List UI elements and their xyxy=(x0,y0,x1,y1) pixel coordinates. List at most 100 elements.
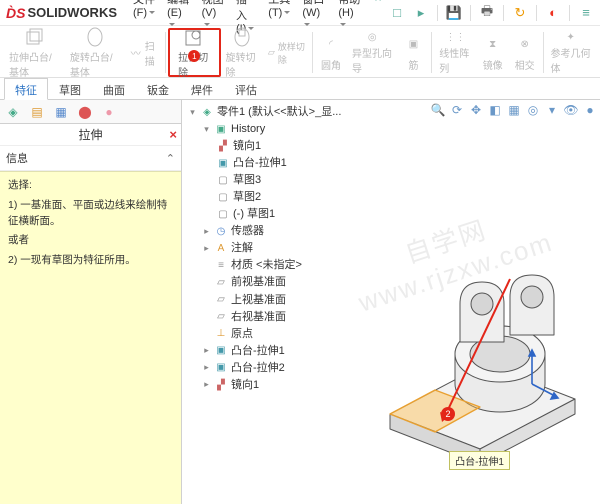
tree-item[interactable]: ▢草图3 xyxy=(188,172,341,189)
tab-sheetmetal[interactable]: 钣金 xyxy=(136,78,180,99)
tab-features[interactable]: 特征 xyxy=(4,78,48,100)
pm-info-header[interactable]: 信息 ⌃ xyxy=(0,146,181,171)
workspace: ◈ ▤ ▦ ⬤ ● 拉伸 × 信息 ⌃ 选择: 1) 一基准面、平面或边线来绘制… xyxy=(0,100,600,504)
app-name: SOLIDWORKS xyxy=(27,5,117,20)
linear-pattern-button[interactable]: ⋮⋮线性阵列 xyxy=(434,28,476,77)
tree-root[interactable]: ▾◈零件1 (默认<<默认>_显... xyxy=(188,104,341,121)
extrude-icon: ▣ xyxy=(214,362,228,374)
scene-icon[interactable]: ◎ xyxy=(525,102,541,118)
sketch-icon: ▢ xyxy=(216,175,230,187)
section-icon[interactable]: ◧ xyxy=(487,102,503,118)
hide-icon[interactable]: 👁 xyxy=(563,102,579,118)
pm-info-label: 信息 xyxy=(6,150,28,166)
tab-evaluate[interactable]: 评估 xyxy=(224,78,268,99)
fillet-button[interactable]: ◜圆角 xyxy=(315,28,347,77)
display-icon[interactable]: ▦ xyxy=(506,102,522,118)
view-icon[interactable]: ▾ xyxy=(544,102,560,118)
expand-icon[interactable]: ▸ xyxy=(202,344,211,358)
sketch-icon: ▢ xyxy=(216,192,230,204)
tree-material[interactable]: ≡材质 <未指定> xyxy=(188,257,341,274)
tab-surfaces[interactable]: 曲面 xyxy=(92,78,136,99)
intersect-icon: ⊗ xyxy=(514,34,536,56)
pm-help-line: 2) 一现有草图为特征所用。 xyxy=(8,253,173,269)
tree-feature[interactable]: ▸▞镜向1 xyxy=(188,377,341,394)
separator xyxy=(503,5,504,21)
expand-icon[interactable]: ▸ xyxy=(202,378,211,392)
extrude-cut-button[interactable]: 拉伸切除 1 xyxy=(168,28,220,77)
mirror-icon: ▞ xyxy=(214,379,228,391)
flyout-feature-tree: ▾◈零件1 (默认<<默认>_显... ▾▣History ▞镜向1 ▣凸台-拉… xyxy=(188,104,341,394)
pm-tab-strip: ◈ ▤ ▦ ⬤ ● xyxy=(0,100,181,124)
chevron-up-icon: ⌃ xyxy=(166,152,175,165)
print-icon[interactable]: 🖶 xyxy=(479,5,495,21)
expand-icon[interactable]: ≡ xyxy=(578,5,594,21)
sensor-icon: ◷ xyxy=(214,226,228,238)
pan-icon[interactable]: ✥ xyxy=(468,102,484,118)
tree-history[interactable]: ▾▣History xyxy=(188,121,341,138)
loft-icon: ▱ xyxy=(268,47,275,58)
hover-tooltip: 凸台-拉伸1 xyxy=(449,451,510,470)
tree-sensors[interactable]: ▸◷传感器 xyxy=(188,223,341,240)
model-view[interactable]: 2 xyxy=(360,234,590,454)
annotation-icon: A xyxy=(214,243,228,255)
tree-origin[interactable]: ⊥原点 xyxy=(188,326,341,343)
pm-tab-config-icon[interactable]: ▤ xyxy=(28,103,46,121)
open-icon[interactable]: ▸ xyxy=(413,5,429,21)
expand-icon[interactable]: ▸ xyxy=(202,242,211,256)
sweep-button[interactable]: 〰扫描 xyxy=(126,28,164,77)
pm-info-body: 选择: 1) 一基准面、平面或边线来绘制特征横断面。 或者 2) 一现有草图为特… xyxy=(0,171,181,504)
tree-item[interactable]: ▢(-) 草图1 xyxy=(188,206,341,223)
intersect-button[interactable]: ⊗相交 xyxy=(509,28,541,77)
tree-feature[interactable]: ▸▣凸台-拉伸1 xyxy=(188,343,341,360)
pm-title: 拉伸 xyxy=(78,126,102,143)
tab-weldments[interactable]: 焊件 xyxy=(180,78,224,99)
tree-item[interactable]: ▢草图2 xyxy=(188,189,341,206)
loft-cut-button[interactable]: ▱放样切除 xyxy=(263,28,310,77)
settings-icon[interactable]: ◐ xyxy=(545,5,561,21)
pm-tab-display-icon[interactable]: ⬤ xyxy=(76,103,94,121)
extrude-icon: ▣ xyxy=(216,158,230,170)
material-icon: ≡ xyxy=(214,260,228,272)
pm-tab-feature-icon[interactable]: ◈ xyxy=(4,103,22,121)
tab-sketch[interactable]: 草图 xyxy=(48,78,92,99)
collapse-icon[interactable]: ▾ xyxy=(188,106,197,120)
pm-help-line: 1) 一基准面、平面或边线来绘制特征横断面。 xyxy=(8,198,173,230)
appearance-icon[interactable]: ● xyxy=(582,102,598,118)
tree-plane-top[interactable]: ▱上视基准面 xyxy=(188,292,341,309)
revolve-cut-button[interactable]: 旋转切除 xyxy=(221,28,263,77)
redo-icon[interactable]: ↻ xyxy=(512,5,528,21)
tree-item[interactable]: ▞镜向1 xyxy=(188,138,341,155)
collapse-icon[interactable]: ▾ xyxy=(202,123,211,137)
tree-feature[interactable]: ▸▣凸台-拉伸2 xyxy=(188,360,341,377)
part-icon: ◈ xyxy=(200,107,214,119)
pm-tab-prop-icon[interactable]: ▦ xyxy=(52,103,70,121)
pm-tab-appearance-icon[interactable]: ● xyxy=(100,103,118,121)
pm-close-icon[interactable]: × xyxy=(169,127,177,142)
origin-icon: ⊥ xyxy=(214,328,228,340)
ref-geometry-button[interactable]: ✦参考几何体 xyxy=(546,28,597,77)
folder-icon: ▣ xyxy=(214,124,228,136)
tree-plane-right[interactable]: ▱右视基准面 xyxy=(188,309,341,326)
ribbon-toolbar: 拉伸凸台/基体 旋转凸台/基体 〰扫描 拉伸切除 1 旋转切除 ▱放样切除 ◜圆… xyxy=(0,26,600,78)
separator xyxy=(470,5,471,21)
rotate-icon[interactable]: ⟳ xyxy=(449,102,465,118)
hole-wizard-button[interactable]: ◎异型孔向导 xyxy=(347,28,398,77)
separator xyxy=(165,32,166,73)
separator xyxy=(431,32,432,73)
plane-icon: ▱ xyxy=(214,277,228,289)
tree-item[interactable]: ▣凸台-拉伸1 xyxy=(188,155,341,172)
separator xyxy=(312,32,313,73)
tree-plane-front[interactable]: ▱前视基准面 xyxy=(188,274,341,291)
expand-icon[interactable]: ▸ xyxy=(202,361,211,375)
zoom-icon[interactable]: 🔍 xyxy=(430,102,446,118)
rib-button[interactable]: ▣筋 xyxy=(397,28,429,77)
new-icon[interactable]: □ xyxy=(389,5,405,21)
pm-help-line: 或者 xyxy=(8,233,173,249)
save-icon[interactable]: 💾 xyxy=(446,5,462,21)
revolve-boss-button[interactable]: 旋转凸台/基体 xyxy=(65,28,126,77)
graphics-area[interactable]: 🔍 ⟳ ✥ ◧ ▦ ◎ ▾ 👁 ● ▾◈零件1 (默认<<默认>_显... ▾▣… xyxy=(182,100,600,504)
extrude-boss-button[interactable]: 拉伸凸台/基体 xyxy=(4,28,65,77)
expand-icon[interactable]: ▸ xyxy=(202,225,211,239)
mirror-button[interactable]: ⧗镜像 xyxy=(477,28,509,77)
tree-annotations[interactable]: ▸A注解 xyxy=(188,240,341,257)
